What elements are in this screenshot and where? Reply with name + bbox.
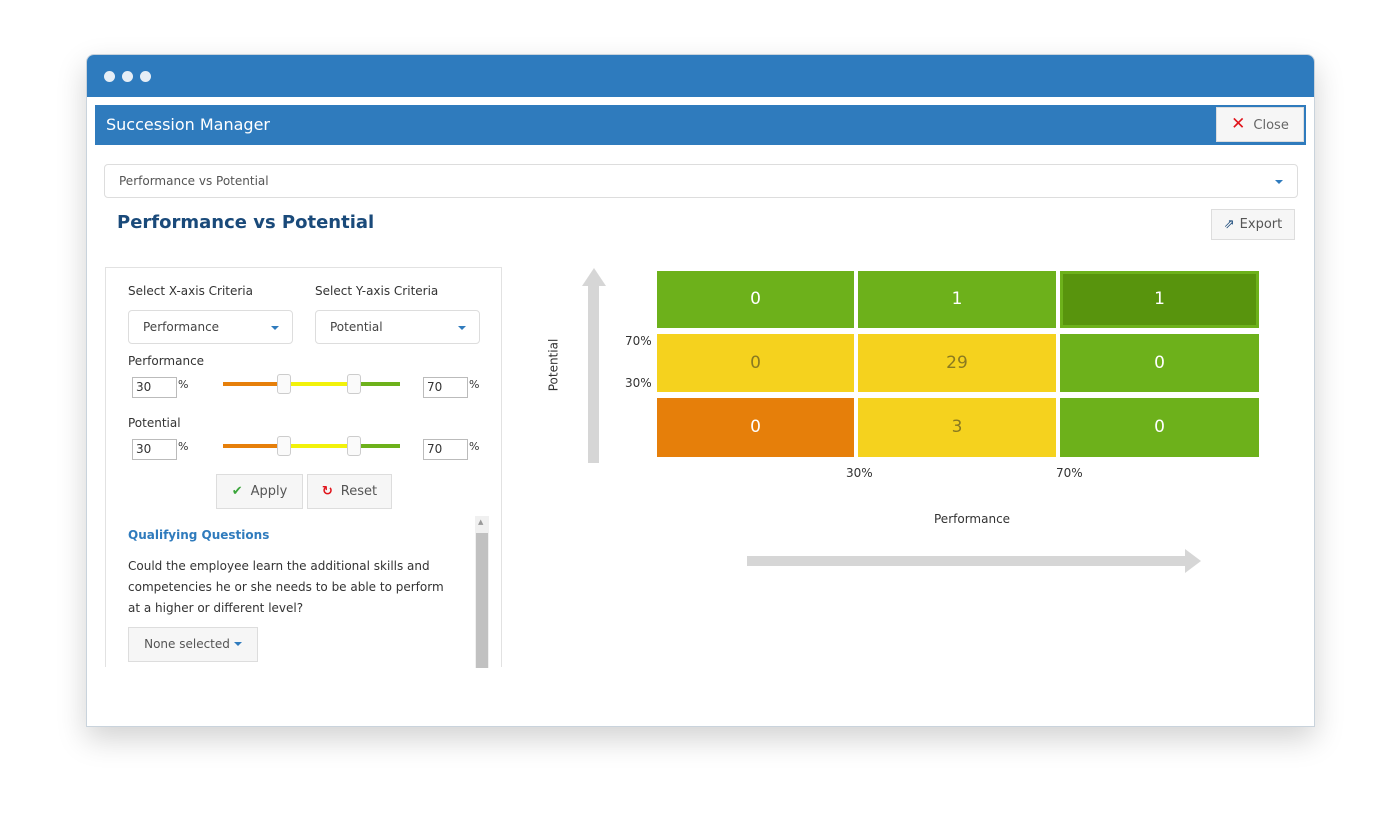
potential-label: Potential [128,416,181,430]
y-axis-label: Select Y-axis Criteria [315,284,439,298]
questions-scrollbar[interactable]: ▲ [475,516,489,668]
export-button[interactable]: ⇗ Export [1211,209,1295,240]
scrollbar-thumb[interactable] [476,533,488,668]
performance-label: Performance [128,354,205,368]
export-label: Export [1239,217,1283,232]
chevron-down-icon [233,642,242,646]
x-axis-title: Performance [934,512,1011,526]
performance-low-handle[interactable] [277,374,291,394]
chevron-down-icon [271,326,279,330]
apply-button[interactable]: ✔ Apply [216,474,303,509]
window-dot-icon [122,71,133,82]
report-select[interactable]: Performance vs Potential [104,164,1298,198]
scroll-up-icon: ▲ [478,518,484,526]
x-tick-70: 70% [1056,466,1083,480]
report-select-value: Performance vs Potential [119,174,269,188]
page-title: Performance vs Potential [117,212,375,233]
filter-panel: Select X-axis Criteria Select Y-axis Cri… [105,267,502,668]
grid-cell[interactable]: 0 [1060,334,1259,392]
chevron-down-icon [458,326,466,330]
up-arrow-icon [588,283,599,463]
potential-low-input[interactable]: 30 [132,439,177,460]
x-tick-30: 30% [846,466,873,480]
close-label: Close [1253,118,1289,133]
y-axis-value: Potential [330,320,383,334]
window-titlebar [87,55,1314,97]
check-icon: ✔ [231,484,243,499]
answer-select-value: None selected [144,637,230,651]
chevron-down-icon [1275,180,1283,184]
y-axis-select[interactable]: Potential [315,310,480,344]
app-header: Succession Manager ✕ Close [95,105,1306,145]
percent-label: % [469,378,480,391]
x-axis-select[interactable]: Performance [128,310,293,344]
x-axis-value: Performance [143,320,220,334]
grid-cell[interactable]: 0 [657,334,854,392]
performance-low-input[interactable]: 30 [132,377,177,398]
y-tick-30: 30% [625,376,652,390]
up-arrow-head [582,268,606,286]
window-dot-icon [104,71,115,82]
y-tick-70: 70% [625,334,652,348]
right-arrow-icon [747,556,1187,566]
potential-range-slider[interactable] [223,436,400,456]
grid-cell[interactable]: 1 [1060,271,1259,328]
answer-select[interactable]: None selected [128,627,258,662]
qualifying-questions-title: Qualifying Questions [128,528,270,542]
close-button[interactable]: ✕ Close [1216,107,1304,142]
right-arrow-head [1185,549,1201,573]
grid-cell[interactable]: 1 [858,271,1056,328]
y-axis-title: Potential [546,338,561,392]
grid-cell[interactable]: 29 [858,334,1056,392]
apply-label: Apply [250,484,288,499]
performance-high-input[interactable]: 70 [423,377,468,398]
app-window: Succession Manager ✕ Close Performance vs… [86,54,1315,727]
grid-cell[interactable]: 0 [657,398,854,457]
percent-label: % [469,440,480,453]
close-icon: ✕ [1231,114,1246,134]
performance-range-slider[interactable] [223,374,400,394]
potential-high-handle[interactable] [347,436,361,456]
grid-cell[interactable]: 3 [858,398,1056,457]
potential-low-handle[interactable] [277,436,291,456]
refresh-icon: ↻ [321,484,333,499]
percent-label: % [178,440,189,453]
grid-cell[interactable]: 0 [1060,398,1259,457]
x-axis-label: Select X-axis Criteria [128,284,253,298]
potential-high-input[interactable]: 70 [423,439,468,460]
grid-cell[interactable]: 0 [657,271,854,328]
reset-button[interactable]: ↻ Reset [307,474,392,509]
app-title: Succession Manager [106,115,270,134]
export-icon: ⇗ [1223,217,1235,232]
percent-label: % [178,378,189,391]
window-dot-icon [140,71,151,82]
reset-label: Reset [340,484,378,499]
qualifying-question: Could the employee learn the additional … [128,559,444,615]
performance-high-handle[interactable] [347,374,361,394]
